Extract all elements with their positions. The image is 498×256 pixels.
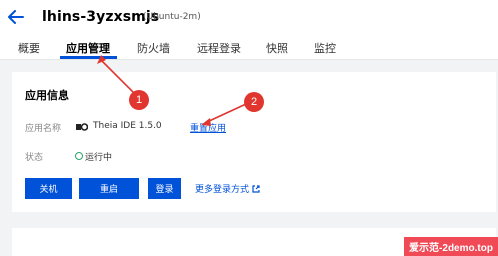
login-button[interactable]: 登录 <box>148 178 181 199</box>
theia-logo-icon <box>76 123 88 131</box>
active-tab-indicator <box>60 56 117 59</box>
status-running-icon <box>75 152 83 160</box>
top-bar: lhins-3yzxsmjs (Ubuntu-2m) 概要 应用管理 防火墙 远… <box>0 0 498 60</box>
tab-overview[interactable]: 概要 <box>18 40 40 56</box>
tab-snapshot[interactable]: 快照 <box>266 40 288 56</box>
tab-monitoring[interactable]: 监控 <box>314 40 336 56</box>
tab-remote-login[interactable]: 远程登录 <box>197 40 241 56</box>
more-login-methods-link[interactable]: 更多登录方式 <box>195 182 260 195</box>
watermark: 爱示范-2demo.top <box>404 237 498 256</box>
app-name-label: 应用名称 <box>25 124 62 134</box>
annotation-marker-2: 2 <box>244 92 264 112</box>
status-label: 状态 <box>25 153 44 163</box>
reset-app-link[interactable]: 重置应用 <box>190 121 226 134</box>
more-login-label: 更多登录方式 <box>195 185 250 195</box>
restart-button[interactable]: 重启 <box>79 178 139 199</box>
tab-firewall[interactable]: 防火墙 <box>137 40 170 56</box>
app-name-value: Theia IDE 1.5.0 <box>93 121 162 131</box>
os-badge: (Ubuntu-2m) <box>143 12 201 22</box>
status-value: 运行中 <box>85 153 113 163</box>
annotation-marker-1: 1 <box>129 90 149 110</box>
tab-bar: 概要 应用管理 防火墙 远程登录 快照 监控 <box>0 38 498 60</box>
shutdown-button[interactable]: 关机 <box>25 178 72 199</box>
back-arrow-icon[interactable] <box>8 10 24 24</box>
external-link-icon <box>252 185 260 193</box>
instance-title: lhins-3yzxsmjs <box>42 9 160 25</box>
tab-app-management[interactable]: 应用管理 <box>66 40 110 56</box>
card-title: 应用信息 <box>25 89 69 102</box>
